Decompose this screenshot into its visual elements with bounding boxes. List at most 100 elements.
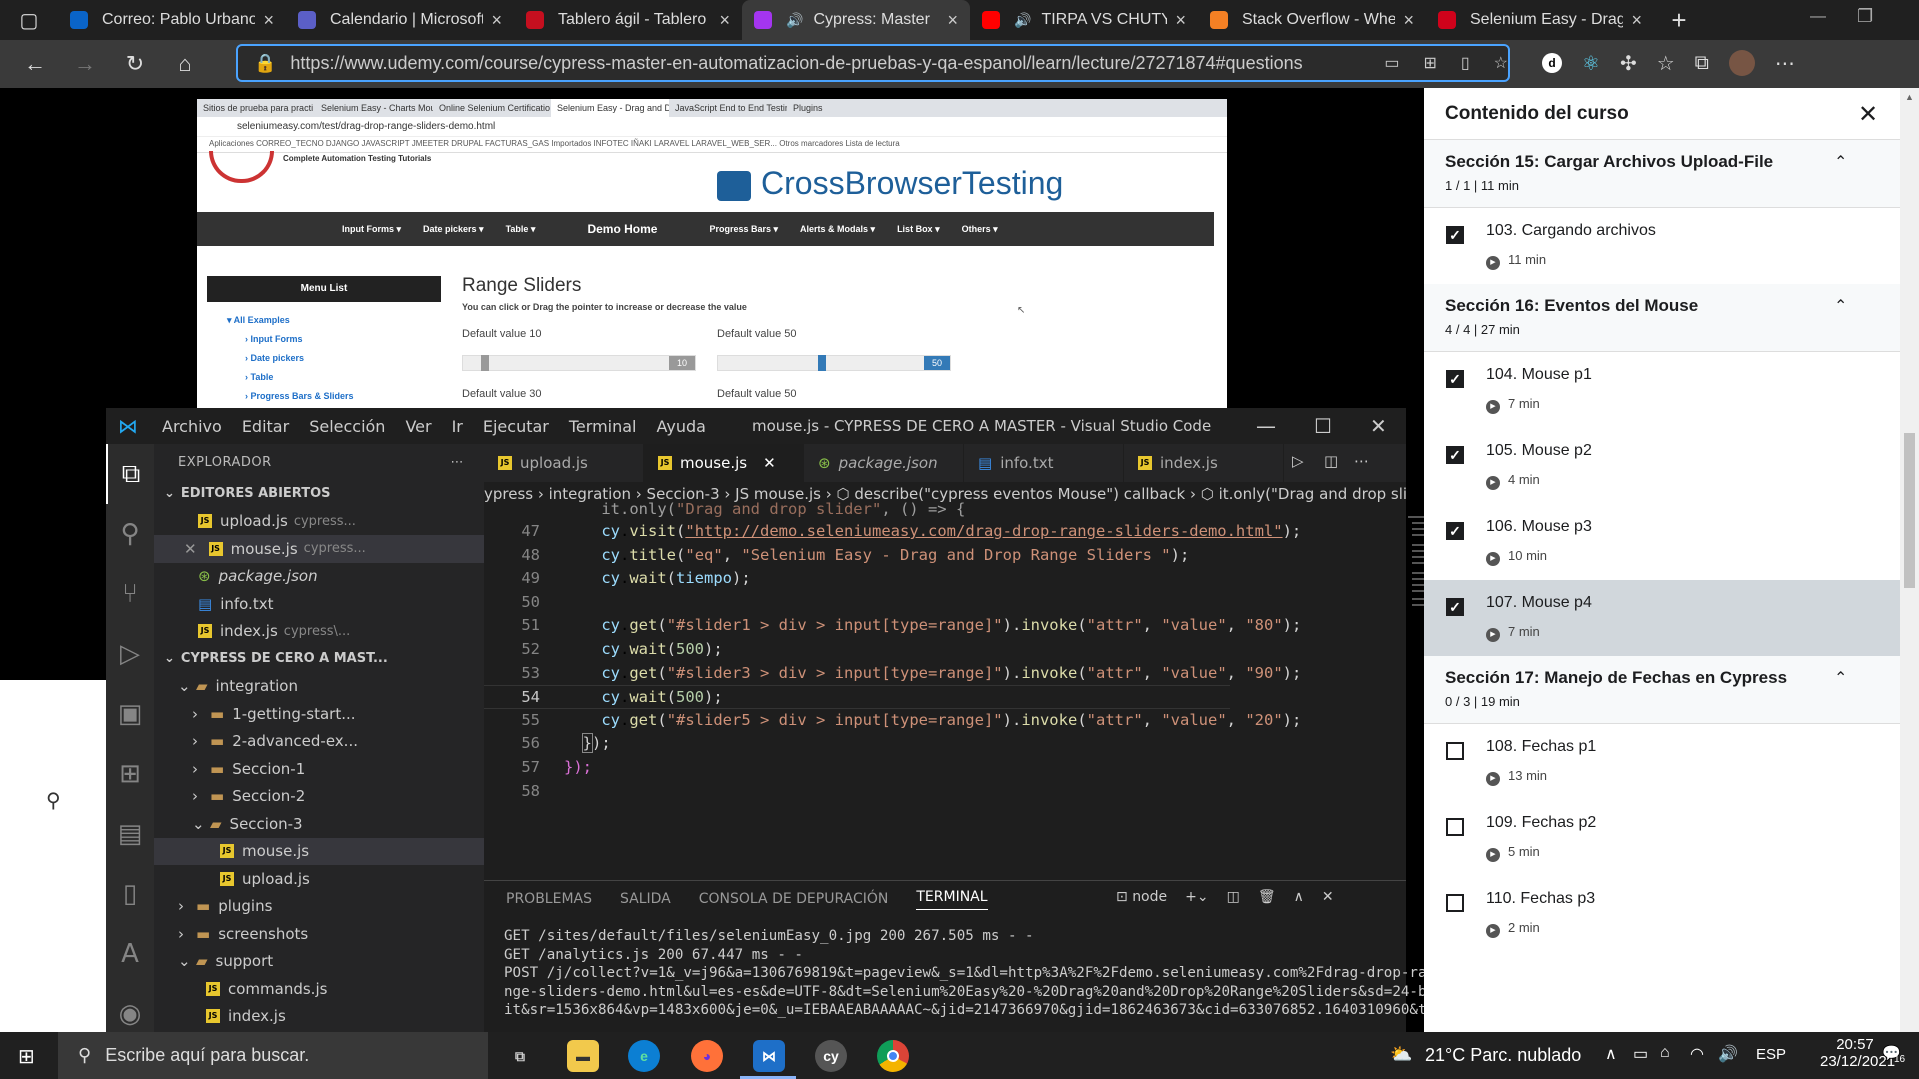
new-terminal-icon[interactable]: +⌄ [1185,889,1208,905]
network-icon[interactable]: ⌂ [1660,1044,1670,1062]
tree-item[interactable]: ⌄ ▰ integration [154,673,484,701]
close-icon[interactable]: × [947,10,958,31]
language-indicator[interactable]: ESP [1756,1046,1786,1063]
open-editors-header[interactable]: ⌄ EDITORES ABIERTOS [154,480,484,508]
edge-icon[interactable]: e [628,1040,660,1072]
lecture-item[interactable]: ✓ 107. Mouse p4 ▶ 7 min [1424,580,1919,656]
more-actions-icon[interactable]: ⋯ [451,455,465,470]
menu-terminal[interactable]: Terminal [569,417,637,436]
close-icon[interactable]: ✕ [1858,100,1878,129]
firefox-icon[interactable]: ◕ [691,1040,723,1072]
split-editor-icon[interactable]: ◫ [1324,452,1338,470]
lecture-item[interactable]: ✓ 105. Mouse p2 ▶ 4 min [1424,428,1919,504]
apps-icon[interactable]: ⊞ [1423,53,1436,73]
lecture-checkbox[interactable]: ✓ [1446,226,1464,244]
tab-actions-icon[interactable]: ▢ [0,0,58,40]
editor-tab[interactable]: JS index.js [1124,444,1284,482]
editor-tab[interactable]: ⊛ package.json [804,444,964,482]
close-panel-icon[interactable]: ✕ [1322,889,1334,905]
collections-icon[interactable]: ⧉ [1695,52,1709,75]
tree-item[interactable]: JS index.js [154,1003,484,1031]
close-icon[interactable]: × [719,10,730,31]
back-icon[interactable]: ← [10,51,60,77]
scrollbar-thumb[interactable] [1904,433,1915,588]
refresh-icon[interactable]: ↻ [110,51,160,77]
close-icon[interactable]: ✕ [184,540,197,558]
lecture-checkbox[interactable]: ✓ [1446,522,1464,540]
panel-tab[interactable]: CONSOLA DE DEPURACIÓN [699,891,889,907]
lecture-checkbox[interactable] [1446,818,1464,836]
split-terminal-icon[interactable]: ◫ [1227,889,1240,905]
editor-tab[interactable]: JS mouse.js ✕ [644,444,804,482]
close-icon[interactable]: × [1631,10,1642,31]
open-editor-item[interactable]: JS index.js cypress\... [154,618,484,646]
open-editor-item[interactable]: ▤ info.txt [154,590,484,618]
menu-ayuda[interactable]: Ayuda [657,417,706,436]
browser-tab[interactable]: Correo: Pablo Urbano × [58,0,286,40]
close-icon[interactable]: × [1403,10,1414,31]
chevron-up-icon[interactable]: ⌃ [1834,152,1847,172]
lecture-checkbox[interactable]: ✓ [1446,598,1464,616]
lecture-checkbox[interactable] [1446,742,1464,760]
menu-editar[interactable]: Editar [242,417,289,436]
tree-item[interactable]: › ▬ Seccion-2 [154,783,484,811]
maximize-icon[interactable]: ☐ [1314,414,1332,438]
address-bar[interactable]: 🔒 https://www.udemy.com/course/cypress-m… [236,44,1510,82]
lecture-item[interactable]: ✓ 106. Mouse p3 ▶ 10 min [1424,504,1919,580]
terminal-output[interactable]: GET /sites/default/files/seleniumEasy_0.… [484,927,1427,1020]
extension-d-icon[interactable]: d [1542,53,1562,73]
browser-tab[interactable]: 🔊 Cypress: Master × [742,0,970,40]
extensions-icon[interactable]: ⊞ [106,744,154,804]
tree-item[interactable]: › ▬ 2-advanced-ex... [154,728,484,756]
course-section[interactable]: Sección 17: Manejo de Fechas en Cypress 0… [1424,656,1919,724]
azure-icon[interactable]: A [106,924,154,984]
cypress-icon[interactable]: cy [815,1040,847,1072]
lecture-item[interactable]: ✓ 104. Mouse p1 ▶ 7 min [1424,352,1919,428]
immersive-reader-icon[interactable]: ▯ [1461,53,1470,73]
close-icon[interactable]: × [263,10,274,31]
browser-tab[interactable]: Selenium Easy - Drag × [1426,0,1654,40]
lecture-item[interactable]: 108. Fechas p1 ▶ 13 min [1424,724,1919,800]
battery-icon[interactable]: ▭ [1633,1044,1648,1064]
page-scrollbar[interactable]: ▲ [1900,88,1919,1032]
close-icon[interactable]: ✕ [1370,414,1387,438]
lecture-checkbox[interactable] [1446,894,1464,912]
code-editor[interactable]: it.only("Drag and drop slider", () => { … [484,500,1478,880]
extensions-icon[interactable]: ✣ [1620,51,1637,76]
panel-tab[interactable]: SALIDA [620,891,671,907]
browser-tab[interactable]: Tablero ágil - Tablero × [514,0,742,40]
new-tab-button[interactable]: + [1654,0,1704,40]
open-editor-item[interactable]: JS upload.js cypress... [154,508,484,536]
speaker-icon[interactable]: 🔊 [1014,12,1031,29]
close-icon[interactable]: × [491,10,502,31]
open-editor-item[interactable]: ✕ JS mouse.js cypress... [154,535,484,563]
lecture-item[interactable]: 109. Fechas p2 ▶ 5 min [1424,800,1919,876]
start-icon[interactable]: ⊞ [18,1044,35,1069]
search-icon[interactable]: ⚲ [46,788,61,813]
explorer-icon[interactable]: ⧉ [106,444,154,504]
maximize-panel-icon[interactable]: ∧ [1294,889,1304,905]
menu-selección[interactable]: Selección [309,417,385,436]
browser-tab[interactable]: Calendario | Microsoft × [286,0,514,40]
file-explorer-icon[interactable]: ▬ [567,1040,599,1072]
tree-item[interactable]: JS upload.js [154,865,484,893]
read-aloud-icon[interactable]: ▭ [1384,53,1399,73]
editor-tab[interactable]: JS upload.js [484,444,644,482]
minimize-icon[interactable]: — [1810,8,1826,26]
menu-ejecutar[interactable]: Ejecutar [483,417,549,436]
lecture-checkbox[interactable]: ✓ [1446,370,1464,388]
weather-text[interactable]: 21°C Parc. nublado [1425,1045,1581,1066]
lecture-item[interactable]: ✓ 103. Cargando archivos ▶ 11 min [1424,208,1919,284]
chevron-up-icon[interactable]: ⌃ [1834,668,1847,688]
chrome-icon[interactable] [877,1040,909,1072]
menu-ver[interactable]: Ver [405,417,431,436]
wifi-icon[interactable]: ◠ [1690,1044,1704,1064]
course-section[interactable]: Sección 15: Cargar Archivos Upload-File 1… [1424,140,1919,208]
lecture-item[interactable]: 110. Fechas p3 ▶ 2 min [1424,876,1919,952]
restore-icon[interactable]: ❐ [1857,6,1873,27]
notebook-icon[interactable]: ▯ [106,864,154,924]
volume-icon[interactable]: 🔊 [1718,1044,1738,1064]
panel-tab[interactable]: TERMINAL [916,889,988,910]
browser-tab[interactable]: Stack Overflow - Whe × [1198,0,1426,40]
task-view-icon[interactable]: ⧉ [504,1040,536,1072]
